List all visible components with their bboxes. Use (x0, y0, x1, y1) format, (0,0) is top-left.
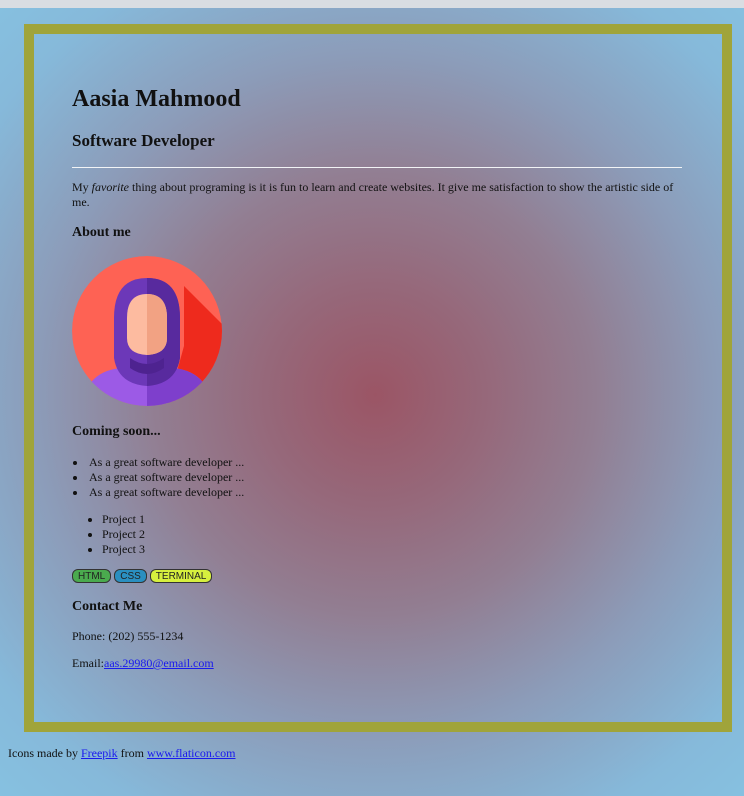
tag-html: HTML (72, 569, 112, 583)
list-item: As a great software developer ... (72, 455, 244, 470)
projects-list: Project 1 Project 2 Project 3 (72, 512, 145, 557)
intro-text-end: thing about programing is it is fun to l… (72, 180, 674, 209)
list-item: As a great software developer ... (72, 485, 244, 500)
phone-text: Phone: (202) 555-1234 (72, 629, 184, 643)
project-item: Project 2 (72, 527, 145, 542)
skill-tags: HTML CSS TERMINAL (72, 569, 215, 583)
tag-css: CSS (114, 569, 147, 583)
email-link[interactable]: aas.29980@email.com (104, 656, 214, 670)
flaticon-link[interactable]: www.flaticon.com (147, 746, 236, 760)
divider (72, 167, 682, 168)
list-item: As a great software developer ... (72, 470, 244, 485)
page-title: Aasia Mahmood (72, 86, 241, 112)
contact-heading: Contact Me (72, 599, 143, 614)
woman-hijab-avatar-icon (72, 256, 222, 406)
browser-top-strip (0, 0, 744, 8)
intro-text-start: My (72, 180, 92, 194)
project-item: Project 3 (72, 542, 145, 557)
coming-soon-heading: Coming soon... (72, 424, 161, 439)
project-item: Project 1 (72, 512, 145, 527)
about-heading: About me (72, 225, 131, 240)
attribution-prefix: Icons made by (8, 746, 81, 760)
job-title: Software Developer (72, 131, 215, 150)
freepik-link[interactable]: Freepik (81, 746, 118, 760)
email-label: Email: (72, 656, 104, 670)
attribution-middle: from (117, 746, 147, 760)
email-line: Email:aas.29980@email.com (72, 656, 214, 671)
intro-emphasis: favorite (91, 180, 129, 194)
tag-terminal: TERMINAL (149, 569, 213, 583)
attribution-footer: Icons made by Freepik from www.flaticon.… (8, 746, 236, 761)
intro-text: My favorite thing about programing is it… (72, 180, 682, 210)
coming-soon-list: As a great software developer ... As a g… (72, 455, 244, 500)
